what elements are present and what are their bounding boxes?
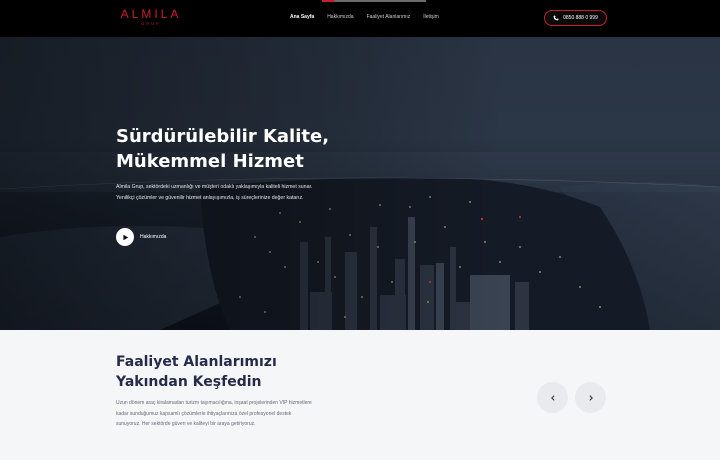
carousel-next-button[interactable]: [575, 382, 606, 413]
nav-active-indicator: [322, 0, 426, 2]
hero-section: Sürdürülebilir Kalite, Mükemmel Hizmet A…: [0, 37, 720, 330]
activities-description: Uzun dönem araç kiralamadan turizm taşım…: [116, 400, 312, 427]
activities-section: Faaliyet Alanlarımızı Yakından Keşfedin …: [0, 330, 720, 460]
brand-name: ALMILA: [120, 7, 182, 21]
hero-title-line2: Mükemmel Hizmet: [116, 151, 304, 172]
hero-overlay: [0, 37, 720, 330]
hero-title-line1: Sürdürülebilir Kalite,: [116, 126, 330, 147]
chevron-left-icon: [550, 394, 555, 401]
hero-description: Almila Grup, sektördeki uzmanlığı ve müş…: [116, 184, 313, 201]
nav-item-activities[interactable]: Faaliyet Alanlarımız: [367, 14, 411, 20]
activities-title-line1: Faaliyet Alanlarımızı: [116, 354, 277, 370]
nav-item-home[interactable]: Ana Sayfa: [290, 14, 314, 20]
main-nav: Ana Sayfa Hakkımızda Faaliyet Alanlarımı…: [290, 14, 452, 20]
brand-sub: GRUP: [141, 21, 161, 26]
phone-number: 0850 888 0 999: [563, 15, 598, 21]
chevron-right-icon: [588, 394, 593, 401]
play-triangle-icon: [122, 234, 128, 240]
brand-logo[interactable]: ALMILA GRUP: [116, 7, 186, 31]
carousel-prev-button[interactable]: [537, 382, 568, 413]
phone-icon: [553, 15, 559, 21]
hero-title: Sürdürülebilir Kalite, Mükemmel Hizmet: [116, 124, 376, 174]
about-play-button[interactable]: Hakkımızda: [116, 228, 166, 246]
activities-title: Faaliyet Alanlarımızı Yakından Keşfedin: [116, 352, 376, 392]
play-icon[interactable]: [116, 228, 134, 246]
activities-title-line2: Yakından Keşfedin: [116, 374, 262, 390]
nav-item-about[interactable]: Hakkımızda: [327, 14, 353, 20]
site-header: ALMILA GRUP Ana Sayfa Hakkımızda Faaliye…: [0, 0, 720, 37]
nav-item-contact[interactable]: İletişim: [423, 14, 439, 20]
phone-button[interactable]: 0850 888 0 999: [544, 10, 607, 26]
play-label: Hakkımızda: [140, 234, 167, 240]
